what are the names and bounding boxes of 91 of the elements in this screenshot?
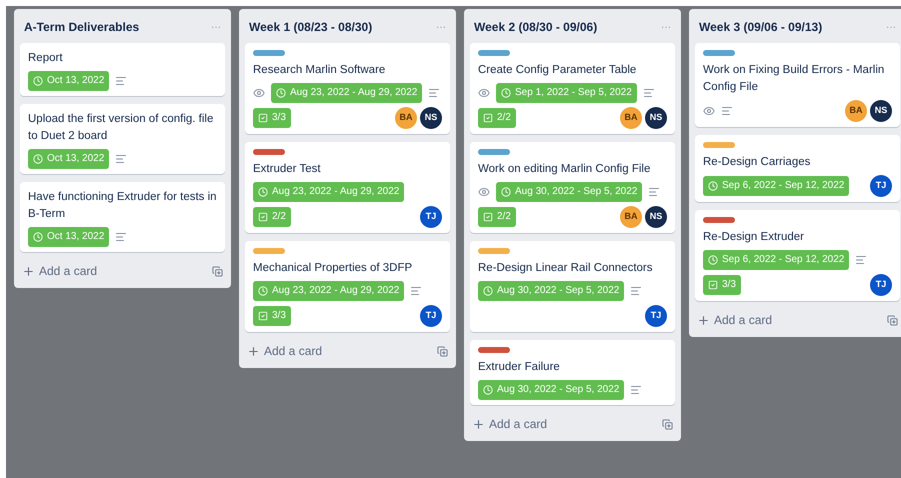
card[interactable]: Re-Design Carriages Sep 6, 2022 - Sep 12, 2022 TJ xyxy=(695,135,900,202)
clock-icon xyxy=(33,154,43,164)
due-date-badge: Sep 6, 2022 - Sep 12, 2022 xyxy=(703,176,850,196)
checklist-icon xyxy=(483,113,493,123)
clock-icon xyxy=(258,187,268,197)
card-title: Extruder Failure xyxy=(478,360,561,375)
checklist-icon xyxy=(258,311,268,321)
card[interactable]: Re-Design Extruder Sep 6, 2022 - Sep 12, 2022 3/3 TJ xyxy=(695,210,900,301)
member-avatar[interactable]: BA xyxy=(620,107,642,129)
member-avatar[interactable]: BA xyxy=(395,107,417,129)
card-title: Upload the first version of config. file to Duet 2 board xyxy=(28,112,214,144)
checklist-badge: 2/2 xyxy=(253,207,291,227)
plus-icon xyxy=(247,344,260,358)
checklist-badge: 3/3 xyxy=(253,306,291,326)
card[interactable]: Mechanical Properties of 3DFP Aug 23, 2022 - Aug 29, 2022 3/3 TJ xyxy=(245,241,450,332)
card[interactable]: Upload the first version of config. file to Duet 2 board Oct 13, 2022 xyxy=(20,104,225,174)
due-date-badge: Oct 13, 2022 xyxy=(28,149,110,169)
list-title: Week 1 (08/23 - 08/30) xyxy=(249,19,372,36)
member-avatar[interactable]: NS xyxy=(645,206,667,228)
clock-icon xyxy=(33,76,43,86)
member-avatar[interactable]: NS xyxy=(420,107,442,129)
card[interactable]: Extruder Failure Aug 30, 2022 - Sep 5, 2022 xyxy=(470,340,675,405)
checklist-icon xyxy=(258,113,268,123)
member-avatar[interactable]: NS xyxy=(645,107,667,129)
member-avatar[interactable]: BA xyxy=(620,206,642,228)
card[interactable]: Create Config Parameter Table Sep 1, 2022 - Sep 5, 2022 2/2 BA NS xyxy=(470,43,675,134)
clock-icon xyxy=(276,88,286,98)
card-title: Research Marlin Software xyxy=(253,63,386,78)
due-date-badge: Sep 6, 2022 - Sep 12, 2022 xyxy=(703,250,850,270)
checklist-badge: 2/2 xyxy=(478,108,516,128)
add-card-button[interactable]: Add a card xyxy=(472,415,548,433)
add-card-button[interactable]: Add a card xyxy=(697,311,772,329)
card[interactable]: Re-Design Linear Rail Connectors Aug 30, 2022 - Sep 5, 2022 TJ xyxy=(470,241,675,332)
due-date-badge: Aug 30, 2022 - Sep 5, 2022 xyxy=(478,281,624,301)
card[interactable]: Research Marlin Software Aug 23, 2022 - Aug 29, 2022 3/3 BA NS xyxy=(245,43,450,134)
due-date-badge: Aug 30, 2022 - Sep 5, 2022 xyxy=(478,380,624,400)
member-avatar[interactable]: BA xyxy=(845,100,867,122)
member-avatar[interactable]: TJ xyxy=(645,305,667,327)
card-title: Report xyxy=(28,51,64,66)
clock-icon xyxy=(33,232,43,242)
list-title: A-Term Deliverables xyxy=(24,19,140,36)
member-avatar[interactable]: TJ xyxy=(870,175,892,197)
card[interactable]: Work on Fixing Build Errors - Marlin Config File BA NS xyxy=(695,43,900,127)
checklist-icon xyxy=(258,212,268,222)
card-title: Work on Fixing Build Errors - Marlin Config File xyxy=(703,63,886,95)
due-date-badge: Oct 13, 2022 xyxy=(28,227,110,247)
due-date-badge: Aug 30, 2022 - Sep 5, 2022 xyxy=(496,182,642,202)
clock-icon xyxy=(708,181,718,191)
due-date-badge: Aug 23, 2022 - Aug 29, 2022 xyxy=(253,182,404,202)
due-date-badge: Aug 23, 2022 - Aug 29, 2022 xyxy=(253,281,404,301)
due-date-badge: Aug 23, 2022 - Aug 29, 2022 xyxy=(271,83,422,103)
card-title: Re-Design Carriages xyxy=(703,155,812,170)
card[interactable]: Report Oct 13, 2022 xyxy=(20,43,225,96)
add-card-button[interactable]: Add a card xyxy=(22,262,98,280)
plus-icon xyxy=(472,418,485,430)
add-card-button[interactable]: Add a card xyxy=(247,342,322,360)
clock-icon xyxy=(483,286,493,296)
card-title: Re-Design Linear Rail Connectors xyxy=(478,261,654,276)
member-avatar[interactable]: TJ xyxy=(420,206,442,228)
member-avatar[interactable]: TJ xyxy=(420,305,442,327)
clock-icon xyxy=(258,286,268,296)
card[interactable]: Have functioning Extruder for tests in B-Term Oct 13, 2022 xyxy=(20,182,225,252)
template-icon[interactable] xyxy=(212,266,223,276)
checklist-icon xyxy=(708,280,718,290)
card-title: Re-Design Extruder xyxy=(703,230,805,245)
checklist-badge: 3/3 xyxy=(703,275,741,295)
clock-icon xyxy=(708,255,718,265)
member-avatar[interactable]: NS xyxy=(870,100,892,122)
checklist-badge: 2/2 xyxy=(478,207,516,227)
template-icon[interactable] xyxy=(887,314,898,326)
plus-icon xyxy=(697,314,710,326)
clock-icon xyxy=(483,385,493,395)
list-title: Week 2 (08/30 - 09/06) xyxy=(474,19,598,36)
plus-icon xyxy=(22,264,35,278)
due-date-badge: Oct 13, 2022 xyxy=(28,71,110,91)
card[interactable]: Extruder Test Aug 23, 2022 - Aug 29, 2022 2/2 TJ xyxy=(245,142,450,233)
template-icon[interactable] xyxy=(662,418,673,430)
clock-icon xyxy=(501,88,511,98)
card-title: Create Config Parameter Table xyxy=(478,63,638,78)
member-avatar[interactable]: TJ xyxy=(870,274,892,296)
card-title: Mechanical Properties of 3DFP xyxy=(253,261,414,276)
checklist-badge: 3/3 xyxy=(253,108,291,128)
due-date-badge: Sep 1, 2022 - Sep 5, 2022 xyxy=(496,83,637,103)
template-icon[interactable] xyxy=(437,346,448,356)
card-title: Work on editing Marlin Config File xyxy=(478,162,652,177)
checklist-icon xyxy=(483,212,493,222)
list-title: Week 3 (09/06 - 09/13) xyxy=(699,19,822,36)
card-title: Have functioning Extruder for tests in B-Term xyxy=(28,190,217,222)
card-title: Extruder Test xyxy=(253,162,322,177)
card[interactable]: Work on editing Marlin Config File Aug 30, 2022 - Sep 5, 2022 2/2 BA NS xyxy=(470,142,675,233)
clock-icon xyxy=(501,187,511,197)
